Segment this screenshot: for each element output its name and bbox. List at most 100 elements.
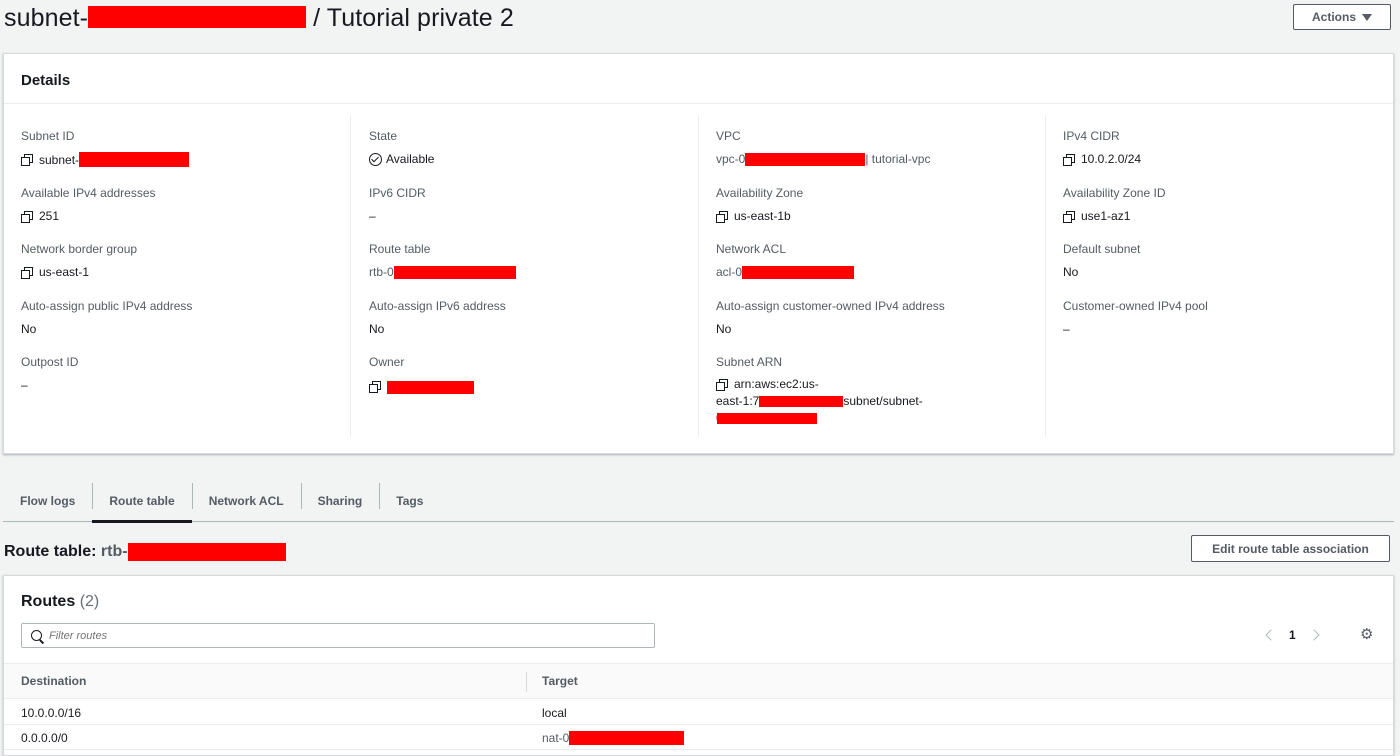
- column-header-target[interactable]: Target: [542, 664, 578, 698]
- field-network-acl: Network ACL acl-0: [716, 242, 855, 279]
- details-heading: Details: [4, 54, 1393, 104]
- copy-icon[interactable]: [716, 210, 728, 223]
- chevron-right-icon[interactable]: [1308, 629, 1320, 641]
- route-table-link[interactable]: rtb-0: [369, 265, 394, 279]
- field-label: Owner: [369, 355, 405, 369]
- field-label: Auto-assign IPv6 address: [369, 299, 506, 313]
- table-row: 0.0.0.0/0 nat-0: [4, 726, 1393, 750]
- page-title-suffix: / Tutorial private 2: [306, 4, 514, 32]
- edit-route-table-association-button[interactable]: Edit route table association: [1191, 535, 1390, 562]
- status-value: Available: [386, 152, 435, 166]
- field-label: Customer-owned IPv4 pool: [1063, 299, 1208, 313]
- field-label: Availability Zone ID: [1063, 186, 1166, 200]
- table-header: Destination Target: [4, 663, 1393, 699]
- details-panel: Details Subnet ID subnet- Available IPv4…: [3, 53, 1394, 454]
- copy-icon[interactable]: [21, 266, 33, 279]
- filter-routes-input[interactable]: [49, 629, 629, 642]
- vpc-link[interactable]: vpc-0: [716, 152, 745, 166]
- target-link[interactable]: nat-0: [542, 731, 569, 745]
- column-divider: [1045, 116, 1046, 436]
- field-ipv6-cidr: IPv6 CIDR –: [369, 186, 426, 223]
- check-circle-icon: [369, 152, 382, 166]
- copy-icon[interactable]: [1063, 210, 1075, 223]
- field-label: Availability Zone: [716, 186, 804, 200]
- cell-destination: 10.0.0.0/16: [21, 706, 82, 720]
- tab-bar: Flow logs Route table Network ACL Sharin…: [3, 480, 1394, 523]
- field-auto-assign-ipv6: Auto-assign IPv6 address No: [369, 299, 506, 336]
- copy-icon[interactable]: [21, 210, 33, 223]
- field-label: IPv4 CIDR: [1063, 129, 1120, 143]
- network-acl-link[interactable]: acl-0: [716, 265, 742, 279]
- field-owner: Owner: [369, 355, 474, 394]
- field-label: IPv6 CIDR: [369, 186, 426, 200]
- field-label: Subnet ARN: [716, 355, 783, 369]
- field-value: No: [21, 322, 37, 336]
- field-value: No: [716, 322, 732, 336]
- caret-down-icon: [1362, 13, 1372, 21]
- field-value: –: [1063, 322, 1070, 336]
- details-grid: Subnet ID subnet- Available IPv4 address…: [4, 104, 1393, 454]
- routes-heading: Routes (2): [21, 593, 99, 611]
- field-outpost-id: Outpost ID –: [21, 355, 78, 392]
- column-divider: [698, 116, 699, 436]
- field-label: Subnet ID: [21, 129, 75, 143]
- field-label: Network ACL: [716, 242, 787, 256]
- tab-route-table[interactable]: Route table: [92, 480, 193, 523]
- field-value: –: [369, 209, 376, 223]
- field-label: Network border group: [21, 242, 138, 256]
- field-state: State Available: [369, 129, 434, 166]
- field-value: subnet-: [39, 152, 80, 167]
- tab-sharing[interactable]: Sharing: [300, 480, 380, 522]
- field-availability-zone-id: Availability Zone ID use1-az1: [1063, 186, 1166, 223]
- redaction: [742, 265, 855, 279]
- field-auto-assign-public-ipv4: Auto-assign public IPv4 address No: [21, 299, 192, 336]
- route-table-heading-value: rtb-: [100, 543, 128, 561]
- redaction: [79, 152, 190, 167]
- tab-tags[interactable]: Tags: [379, 480, 440, 522]
- cell-target: nat-0: [542, 726, 685, 750]
- field-value: use1-az1: [1081, 209, 1131, 223]
- arn-line: east-1:7: [716, 394, 760, 408]
- field-availability-zone: Availability Zone us-east-1b: [716, 186, 803, 223]
- current-page[interactable]: 1: [1289, 628, 1296, 642]
- actions-button[interactable]: Actions: [1293, 4, 1391, 30]
- redaction: [569, 731, 685, 745]
- cell-destination: 0.0.0.0/0: [21, 731, 68, 745]
- field-available-ipv4: Available IPv4 addresses 251: [21, 186, 156, 223]
- copy-icon[interactable]: [369, 380, 381, 393]
- column-header-destination[interactable]: Destination: [21, 664, 86, 698]
- field-ipv4-cidr: IPv4 CIDR 10.0.2.0/24: [1063, 129, 1141, 166]
- copy-icon[interactable]: [21, 154, 33, 166]
- arn-line: subnet/subnet-: [843, 394, 923, 408]
- field-value: –: [21, 378, 28, 392]
- field-label: Default subnet: [1063, 242, 1141, 256]
- tab-flow-logs[interactable]: Flow logs: [3, 480, 92, 522]
- field-value: | tutorial-vpc: [865, 152, 931, 166]
- actions-button-label: Actions: [1311, 10, 1356, 24]
- search-icon: [31, 630, 42, 641]
- chevron-left-icon[interactable]: [1265, 629, 1277, 641]
- field-value: No: [369, 322, 385, 336]
- subnet-arn-value: arn:aws:ec2:us- east-1:7subnet/subnet- 0: [716, 376, 923, 427]
- route-table-heading-label: Route table:: [4, 543, 97, 561]
- redaction: [759, 396, 844, 408]
- redaction-subnet-title: [88, 6, 307, 29]
- gear-icon[interactable]: ⚙: [1360, 627, 1373, 642]
- field-subnet-arn: Subnet ARN arn:aws:ec2:us- east-1:7 subne…: [716, 355, 923, 427]
- tab-network-acl[interactable]: Network ACL: [191, 480, 301, 522]
- field-label: VPC: [716, 129, 741, 143]
- field-vpc: VPC vpc-0 | tutorial-vpc: [716, 129, 930, 166]
- field-customer-owned-ipv4-pool: Customer-owned IPv4 pool –: [1063, 299, 1208, 336]
- field-network-border-group: Network border group us-east-1: [21, 242, 137, 279]
- copy-icon[interactable]: [1063, 153, 1075, 166]
- column-divider: [526, 672, 527, 692]
- filter-routes-field[interactable]: [21, 623, 655, 648]
- table-row: 10.0.0.0/16 local: [4, 701, 1393, 725]
- copy-icon[interactable]: [716, 379, 728, 391]
- column-divider: [350, 116, 351, 436]
- pagination: 1: [1265, 628, 1320, 642]
- field-auto-assign-customer-ipv4: Auto-assign customer-owned IPv4 address …: [716, 299, 945, 336]
- route-table-heading: Route table: rtb-: [4, 543, 286, 561]
- field-label: Available IPv4 addresses: [21, 186, 156, 200]
- field-label: Outpost ID: [21, 355, 79, 369]
